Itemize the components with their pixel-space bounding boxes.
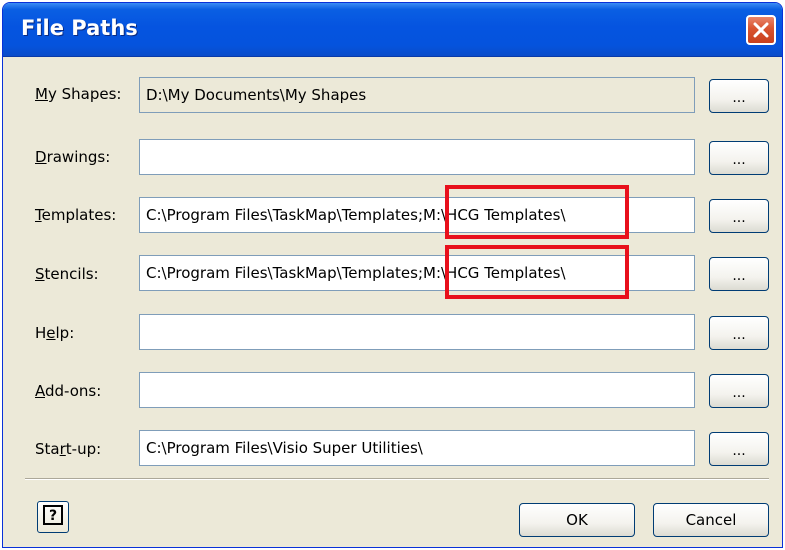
start-up-label: Start-up: — [35, 440, 102, 458]
title-bar[interactable]: File Paths — [3, 3, 782, 57]
start-up-field[interactable]: C:\Program Files\Visio Super Utilities\ — [139, 430, 695, 466]
templates-highlight-box — [445, 185, 629, 239]
stencils-label: Stencils: — [35, 265, 99, 283]
templates-label: Templates: — [35, 206, 117, 224]
dialog-title: File Paths — [21, 16, 138, 40]
add-ons-label: Add-ons: — [35, 382, 102, 400]
my-shapes-browse-button[interactable]: ... — [709, 79, 769, 113]
svg-text:?: ? — [49, 508, 57, 524]
stencils-browse-button[interactable]: ... — [709, 257, 769, 291]
ok-button[interactable]: OK — [519, 503, 635, 537]
file-paths-dialog: File Paths My Shapes: D:\My Documents\My… — [2, 2, 783, 548]
drawings-label: Drawings: — [35, 148, 111, 166]
close-icon — [752, 21, 770, 39]
help-button[interactable]: ? — [37, 501, 69, 533]
start-up-browse-button[interactable]: ... — [709, 432, 769, 466]
separator — [25, 478, 769, 480]
close-button[interactable] — [746, 15, 776, 45]
help-browse-button[interactable]: ... — [709, 316, 769, 350]
cancel-button[interactable]: Cancel — [653, 503, 769, 537]
my-shapes-label: My Shapes: — [35, 85, 122, 103]
templates-browse-button[interactable]: ... — [709, 199, 769, 233]
add-ons-field[interactable] — [139, 372, 695, 408]
drawings-browse-button[interactable]: ... — [709, 141, 769, 175]
help-field[interactable] — [139, 314, 695, 350]
help-label: Help: — [35, 324, 75, 342]
drawings-field[interactable] — [139, 139, 695, 175]
add-ons-browse-button[interactable]: ... — [709, 374, 769, 408]
my-shapes-field[interactable]: D:\My Documents\My Shapes — [139, 77, 695, 113]
help-icon: ? — [42, 504, 64, 530]
stencils-highlight-box — [445, 245, 629, 299]
